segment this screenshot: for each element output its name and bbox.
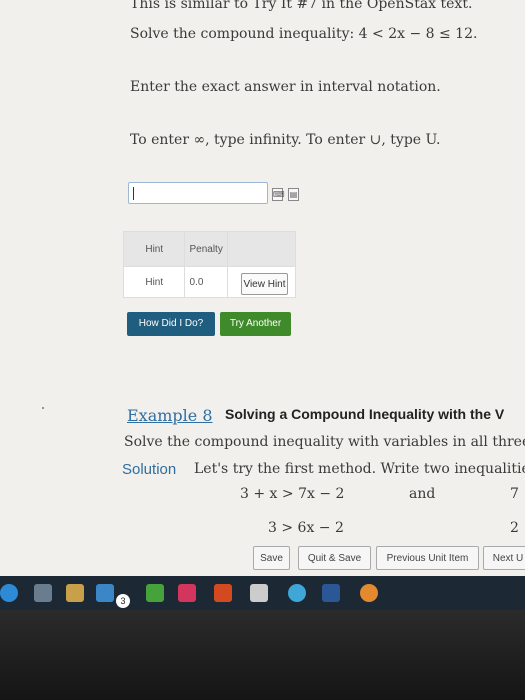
instruction-text: Enter the exact answer in interval notat… <box>130 79 441 95</box>
hint-penalty: 0.0 <box>184 266 228 298</box>
typing-help-text: To enter ∞, type infinity. To enter ∪, t… <box>130 132 441 148</box>
example-text: Solve the compound inequality with varia… <box>124 434 525 450</box>
solution-text: Let's try the first method. Write two in… <box>194 461 525 477</box>
text-cursor <box>133 187 134 200</box>
notification-badge: 3 <box>116 594 130 608</box>
document-icon[interactable]: ▤ <box>288 188 299 201</box>
file-explorer-icon[interactable] <box>34 584 52 602</box>
hint-header: Hint <box>122 231 186 267</box>
word-icon[interactable] <box>322 584 340 602</box>
calculator-icon[interactable] <box>250 584 268 602</box>
problem-text: Solve the compound inequality: 4 < 2x − … <box>130 26 478 42</box>
previous-unit-item-button[interactable]: Previous Unit Item <box>376 546 479 570</box>
keyboard-icon[interactable]: ⌨ <box>272 188 285 201</box>
inequality-2-right: 2 <box>510 520 519 536</box>
edge-icon[interactable] <box>0 584 18 602</box>
inequality-2: 3 > 6x − 2 <box>268 520 344 536</box>
office-icon[interactable] <box>214 584 232 602</box>
view-hint-button[interactable]: View Hint <box>241 273 288 295</box>
monitor-bezel <box>0 610 525 700</box>
app-orange-icon[interactable] <box>360 584 378 602</box>
inequality-1: 3 + x > 7x − 2 <box>240 486 345 502</box>
hint-row-label: Hint <box>122 266 186 298</box>
app-m-icon[interactable] <box>178 584 196 602</box>
app-l-icon[interactable] <box>146 584 164 602</box>
inequality-1-right: 7 <box>510 486 519 502</box>
solution-label: Solution <box>122 461 177 478</box>
mail-icon[interactable] <box>96 584 114 602</box>
store-icon[interactable] <box>66 584 84 602</box>
and-text: and <box>409 486 436 502</box>
chrome-icon[interactable] <box>288 584 306 602</box>
try-another-button[interactable]: Try Another <box>220 312 291 336</box>
action-header <box>226 231 297 267</box>
save-button[interactable]: Save <box>253 546 290 570</box>
next-unit-item-button[interactable]: Next U <box>483 546 525 570</box>
example-title: Solving a Compound Inequality with the V <box>225 406 505 422</box>
answer-input[interactable] <box>128 182 268 204</box>
example-link[interactable]: Example 8 <box>127 406 213 425</box>
how-did-i-do-button[interactable]: How Did I Do? <box>127 312 215 336</box>
penalty-header: Penalty <box>184 231 228 267</box>
browser-content: This is similar to Try It #7 in the Open… <box>0 0 525 576</box>
stray-dot <box>42 407 44 409</box>
quit-save-button[interactable]: Quit & Save <box>298 546 371 570</box>
similar-text: This is similar to Try It #7 in the Open… <box>130 0 473 12</box>
